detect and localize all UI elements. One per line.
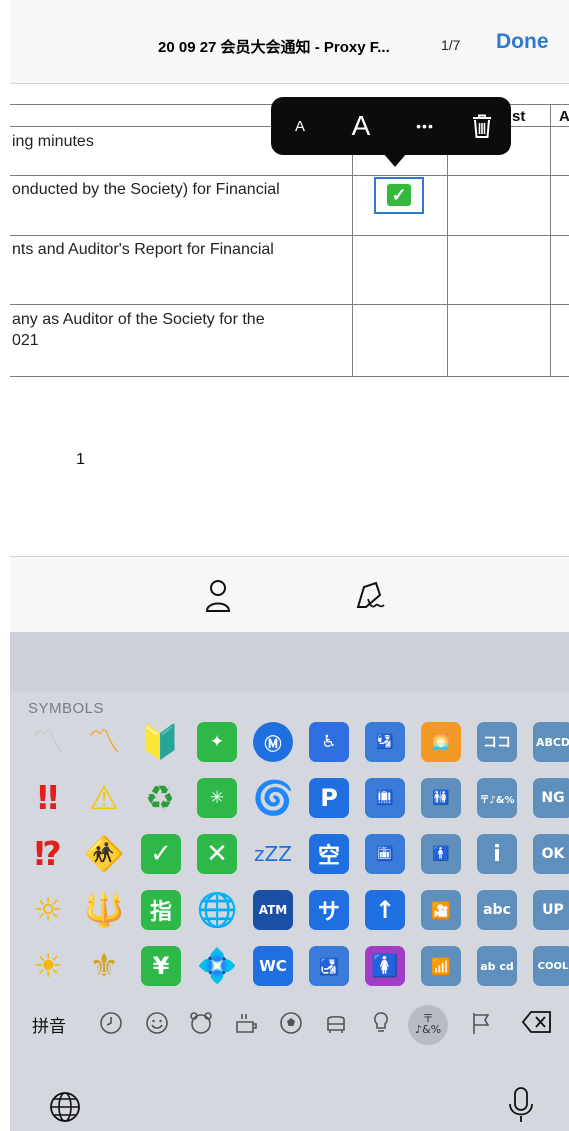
emoji-key[interactable]: 🌅 bbox=[421, 722, 461, 762]
emoji-key[interactable]: UP bbox=[533, 890, 569, 930]
input-accessory-bar bbox=[10, 556, 569, 632]
emoji-key[interactable]: WC bbox=[253, 946, 293, 986]
column-header: st bbox=[512, 108, 526, 125]
emoji-key[interactable]: ♿ bbox=[309, 722, 349, 762]
decrease-size-button[interactable]: A bbox=[285, 97, 315, 155]
emoji-key[interactable]: COOL bbox=[533, 946, 569, 986]
emoji-key[interactable]: 〽 bbox=[26, 720, 70, 764]
emoji-key[interactable]: ✓ bbox=[141, 834, 181, 874]
emoji-key[interactable]: ✦ bbox=[197, 722, 237, 762]
emoji-key[interactable]: ✕ bbox=[197, 834, 237, 874]
page-indicator: 1/7 bbox=[441, 37, 461, 53]
emoji-key[interactable]: 🔱 bbox=[82, 888, 126, 932]
annotation-popup-toolbar: A A ••• bbox=[271, 97, 511, 167]
done-button[interactable]: Done bbox=[496, 30, 549, 54]
keyboard-suggestion-bar bbox=[10, 632, 569, 692]
page-number: 1 bbox=[76, 451, 85, 468]
check-mark-icon: ✓ bbox=[387, 184, 411, 206]
column-header: A bbox=[559, 108, 569, 125]
ball-icon[interactable] bbox=[278, 1010, 304, 1036]
emoji-key[interactable]: ✳ bbox=[197, 778, 237, 818]
bulb-icon[interactable] bbox=[368, 1010, 394, 1036]
emoji-key[interactable]: 💠 bbox=[195, 944, 239, 988]
table-rule bbox=[10, 235, 569, 236]
emoji-key[interactable]: ↑ bbox=[365, 890, 405, 930]
bear-icon[interactable] bbox=[188, 1010, 214, 1036]
emoji-key[interactable]: ⚠ bbox=[82, 776, 126, 820]
globe-icon[interactable] bbox=[48, 1090, 82, 1124]
emoji-key[interactable]: 🚻 bbox=[421, 778, 461, 818]
emoji-key[interactable]: 空 bbox=[309, 834, 349, 874]
trash-icon bbox=[473, 114, 491, 138]
emoji-category-bar: 拼音 〒♪&% bbox=[10, 998, 569, 1048]
signature-icon[interactable] bbox=[354, 579, 388, 613]
emoji-key[interactable]: zZZ bbox=[251, 832, 295, 876]
emoji-key[interactable]: ☼ bbox=[26, 888, 70, 932]
emoji-key[interactable]: 🌀 bbox=[251, 776, 295, 820]
emoji-key[interactable]: OK bbox=[533, 834, 569, 874]
emoji-key[interactable]: ☀ bbox=[26, 944, 70, 988]
emoji-key[interactable]: ♻ bbox=[138, 776, 182, 820]
increase-size-button[interactable]: A bbox=[341, 97, 381, 155]
navigation-bar: 20 09 27 会员大会通知 - Proxy F... 1/7 Done bbox=[10, 0, 569, 84]
emoji-key[interactable]: 🛃 bbox=[309, 946, 349, 986]
table-rule bbox=[10, 376, 569, 377]
emoji-key[interactable]: ab cd bbox=[477, 946, 517, 986]
table-rule bbox=[10, 304, 569, 305]
emoji-key[interactable]: i bbox=[477, 834, 517, 874]
emoji-key[interactable]: ⁉ bbox=[26, 832, 70, 876]
emoji-category-label: SYMBOLS bbox=[28, 700, 105, 717]
resolution-text: ing minutes bbox=[12, 133, 94, 150]
pinyin-input-key[interactable]: 拼音 bbox=[32, 1012, 66, 1037]
resolution-text: any as Auditor of the Society for the bbox=[12, 311, 265, 328]
symbols-icon[interactable]: 〒♪&% bbox=[412, 1013, 444, 1035]
emoji-key[interactable]: 🛅 bbox=[365, 834, 405, 874]
emoji-key[interactable]: ABCD bbox=[533, 722, 569, 762]
emoji-key[interactable]: 〽 bbox=[82, 720, 126, 764]
selected-checkbox-annotation[interactable]: ✓ bbox=[374, 177, 424, 214]
smiley-icon[interactable] bbox=[144, 1010, 170, 1036]
emoji-key[interactable]: ココ bbox=[477, 722, 517, 762]
emoji-key[interactable]: P bbox=[309, 778, 349, 818]
emoji-key[interactable]: 🚺 bbox=[365, 946, 405, 986]
resolution-text: nts and Auditor's Report for Financial bbox=[12, 241, 274, 258]
emoji-key[interactable]: Ⓜ bbox=[253, 722, 293, 762]
emoji-key[interactable]: ¥ bbox=[141, 946, 181, 986]
emoji-key[interactable]: ⚜ bbox=[82, 944, 126, 988]
emoji-key[interactable]: 🛄 bbox=[365, 778, 405, 818]
emoji-key[interactable]: ATM bbox=[253, 890, 293, 930]
resolution-text: onducted by the Society) for Financial bbox=[12, 181, 280, 198]
document-title: 20 09 27 会员大会通知 - Proxy F... bbox=[158, 39, 390, 56]
more-options-button[interactable]: ••• bbox=[405, 97, 445, 155]
emoji-key[interactable]: 🚹 bbox=[421, 834, 461, 874]
clock-icon[interactable] bbox=[98, 1010, 124, 1036]
cup-icon[interactable] bbox=[233, 1010, 259, 1036]
emoji-key[interactable]: ‼ bbox=[26, 776, 70, 820]
table-rule bbox=[550, 104, 551, 376]
person-icon[interactable] bbox=[205, 579, 231, 613]
emoji-key[interactable]: NG bbox=[533, 778, 569, 818]
emoji-key[interactable]: 指 bbox=[141, 890, 181, 930]
emoji-key[interactable]: サ bbox=[309, 890, 349, 930]
keyboard-footer bbox=[10, 1062, 569, 1131]
emoji-key[interactable]: 🛂 bbox=[365, 722, 405, 762]
emoji-key[interactable]: 📶 bbox=[421, 946, 461, 986]
microphone-icon[interactable] bbox=[506, 1086, 536, 1124]
emoji-key[interactable]: 🚸 bbox=[82, 832, 126, 876]
emoji-key[interactable]: 🌐 bbox=[195, 888, 239, 932]
table-rule bbox=[10, 175, 569, 176]
flag-icon[interactable] bbox=[468, 1010, 494, 1036]
emoji-key[interactable]: 〒♪&% bbox=[477, 778, 517, 818]
emoji-key[interactable]: 🎦 bbox=[421, 890, 461, 930]
emoji-key[interactable]: abc bbox=[477, 890, 517, 930]
emoji-key[interactable]: 🔰 bbox=[138, 720, 182, 764]
delete-key-icon[interactable] bbox=[521, 1009, 553, 1035]
emoji-keyboard: SYMBOLS 〽 〽 🔰 ✦ Ⓜ ♿ 🛂 🌅 ココ ABCD ‼ ⚠ ♻ ✳ … bbox=[10, 692, 569, 1131]
car-icon[interactable] bbox=[323, 1010, 349, 1036]
resolution-text: 021 bbox=[12, 332, 39, 349]
delete-button[interactable] bbox=[464, 97, 500, 155]
